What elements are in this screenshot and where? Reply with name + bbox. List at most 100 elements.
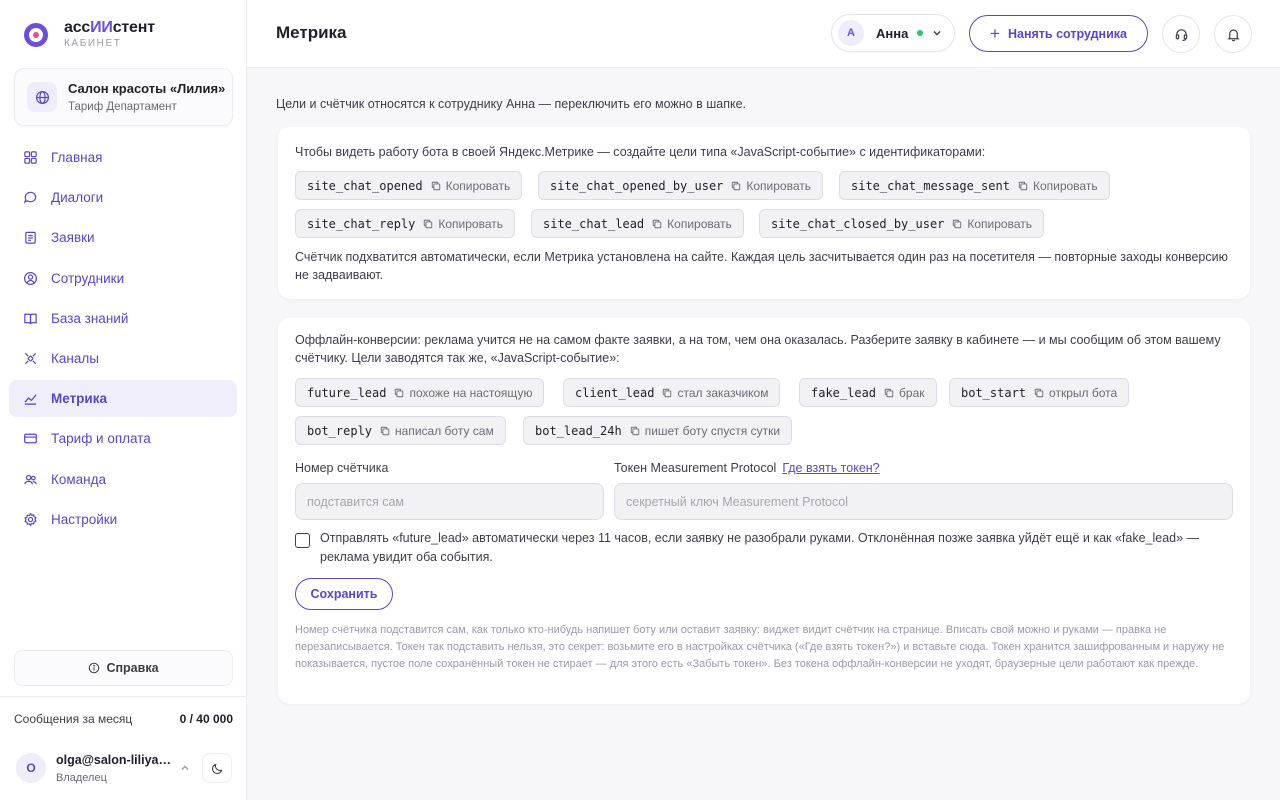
- copy-goal-chip[interactable]: site_chat_lead Копировать: [531, 209, 744, 238]
- user-role: Владелец: [56, 771, 107, 784]
- page-title: Метрика: [276, 23, 347, 42]
- token-help-link[interactable]: Где взять токен?: [782, 461, 879, 475]
- sidebar-item-requests[interactable]: Заявки: [9, 219, 237, 256]
- organization-switcher[interactable]: Салон красоты «Лилия» Тариф Департамент: [14, 68, 233, 126]
- notifications-button[interactable]: [1214, 15, 1252, 53]
- copy-goal-chip[interactable]: client_lead стал заказчиком: [563, 378, 781, 407]
- copy-goal-chip[interactable]: site_chat_closed_by_user Копировать: [759, 209, 1045, 238]
- copy-goal-chip[interactable]: fake_lead брак: [799, 378, 937, 407]
- goal-id: bot_reply: [307, 423, 373, 438]
- sidebar-item-label: Тариф и оплата: [51, 431, 151, 447]
- hire-employee-button[interactable]: + Нанять сотрудника: [969, 15, 1148, 52]
- sidebar-item-metrics[interactable]: Метрика: [9, 380, 237, 418]
- sidebar-nav: Главная Диалоги Заявки Сотрудники База з…: [9, 139, 237, 541]
- goal-description: открыл бота: [1049, 385, 1118, 400]
- token-label-row: Токен Measurement Protocol Где взять токе…: [614, 461, 880, 475]
- sidebar-item-label: База знаний: [51, 310, 129, 326]
- app: ассИИстент КАБИНЕТ Салон красоты «Лилия»…: [0, 0, 1280, 800]
- copy-goal-chip[interactable]: site_chat_message_sent Копировать: [839, 171, 1110, 200]
- monthly-usage: Сообщения за месяц 0 / 40 000: [14, 712, 233, 726]
- employee-name: Анна: [876, 25, 909, 41]
- avatar: А: [838, 20, 864, 46]
- goal-id: bot_start: [961, 385, 1027, 400]
- copy-icon: [884, 388, 894, 397]
- goal-id: site_chat_lead: [543, 216, 645, 231]
- bell-icon: [1226, 28, 1240, 41]
- goal-id: site_chat_message_sent: [851, 178, 1010, 193]
- topbar: Метрика А Анна + Нанять сотрудника: [247, 0, 1280, 68]
- copy-icon: [395, 388, 404, 397]
- copy-label: Копировать: [746, 178, 812, 193]
- copy-icon: [1034, 388, 1044, 397]
- copy-goal-chip[interactable]: site_chat_opened_by_user Копировать: [538, 171, 824, 200]
- copy-goal-chip[interactable]: site_chat_opened Копировать: [295, 171, 523, 200]
- goal-id: bot_lead_24h: [535, 423, 622, 438]
- organization-name: Салон красоты «Лилия»: [68, 81, 226, 96]
- goal-id: site_chat_opened: [307, 178, 423, 193]
- offline-instructions: Оффлайн-конверсии: реклама учится не на …: [295, 333, 1221, 365]
- online-status-dot: [917, 30, 924, 36]
- person-circle-icon: [23, 271, 38, 285]
- chat-icon: [23, 191, 37, 204]
- counter-number-label: Номер счётчика: [295, 461, 389, 475]
- save-button[interactable]: Сохранить: [295, 578, 393, 610]
- goal-id: fake_lead: [811, 385, 877, 400]
- copy-label: Копировать: [445, 178, 511, 193]
- copy-label: Копировать: [667, 216, 732, 231]
- token-input[interactable]: [614, 483, 1233, 520]
- copy-label: Копировать: [438, 216, 503, 231]
- copy-icon: [1018, 181, 1028, 190]
- chart-line-icon: [24, 394, 37, 405]
- usage-value: 0 / 40 000: [179, 712, 233, 726]
- sidebar-item-team[interactable]: Команда: [9, 461, 237, 498]
- brand-logo[interactable]: ассИИстент КАБИНЕТ: [24, 20, 155, 49]
- copy-goal-chip[interactable]: bot_reply написал боту сам: [295, 416, 506, 445]
- sidebar-item-knowledge-base[interactable]: База знаний: [9, 300, 237, 337]
- copy-icon: [652, 219, 662, 228]
- intro-text: Цели и счётчик относятся к сотруднику Ан…: [276, 97, 746, 111]
- sidebar-item-label: Настройки: [51, 511, 118, 527]
- sidebar-item-employees[interactable]: Сотрудники: [9, 260, 237, 297]
- copy-icon: [663, 388, 672, 397]
- team-icon: [24, 474, 37, 484]
- goal-description: пишет боту спустя сутки: [644, 423, 781, 438]
- employee-switcher[interactable]: А Анна: [831, 14, 955, 52]
- sidebar-item-billing[interactable]: Тариф и оплата: [9, 420, 237, 457]
- goal-description: похоже на настоящую: [409, 385, 533, 400]
- card-icon: [24, 433, 37, 444]
- sidebar-item-channels[interactable]: Каналы: [9, 340, 237, 377]
- satellite-icon: [24, 352, 37, 365]
- sidebar-item-label: Команда: [51, 471, 107, 487]
- copy-goal-chip[interactable]: site_chat_reply Копировать: [295, 209, 515, 238]
- counter-number-input[interactable]: [295, 483, 604, 520]
- book-icon: [24, 313, 37, 324]
- sidebar-item-label: Диалоги: [51, 190, 104, 206]
- clipboard-icon: [25, 232, 36, 245]
- copy-icon: [953, 219, 962, 228]
- divider: [0, 696, 246, 697]
- moon-icon: [211, 763, 222, 774]
- copy-goal-chip[interactable]: future_lead похоже на настоящую: [295, 378, 545, 407]
- goal-id: site_chat_closed_by_user: [771, 216, 945, 231]
- logo-icon: [24, 22, 48, 47]
- auto-send-checkbox[interactable]: [295, 533, 310, 548]
- globe-icon: [27, 82, 57, 112]
- copy-icon: [431, 181, 440, 190]
- grid-icon: [24, 151, 37, 164]
- theme-toggle-button[interactable]: [202, 753, 232, 783]
- copy-goal-chip[interactable]: bot_lead_24h пишет боту спустя сутки: [523, 416, 793, 445]
- brand-subtitle: КАБИНЕТ: [64, 38, 122, 49]
- help-button[interactable]: Справка: [14, 650, 233, 686]
- copy-label: Копировать: [1032, 178, 1098, 193]
- goal-id: future_lead: [307, 385, 387, 400]
- copy-icon: [732, 181, 741, 190]
- goals-instructions: Чтобы видеть работу бота в своей Яндекс.…: [295, 145, 986, 159]
- copy-icon: [380, 426, 390, 435]
- sidebar-item-settings[interactable]: Настройки: [9, 501, 237, 538]
- user-menu[interactable]: O olga@salon-liliya.ru Владелец: [14, 746, 233, 790]
- support-button[interactable]: [1162, 15, 1200, 53]
- copy-goal-chip[interactable]: bot_start открыл бота: [949, 378, 1130, 407]
- sidebar-item-dialogs[interactable]: Диалоги: [9, 179, 237, 216]
- sidebar-item-home[interactable]: Главная: [9, 139, 237, 176]
- goal-id: site_chat_opened_by_user: [550, 178, 724, 193]
